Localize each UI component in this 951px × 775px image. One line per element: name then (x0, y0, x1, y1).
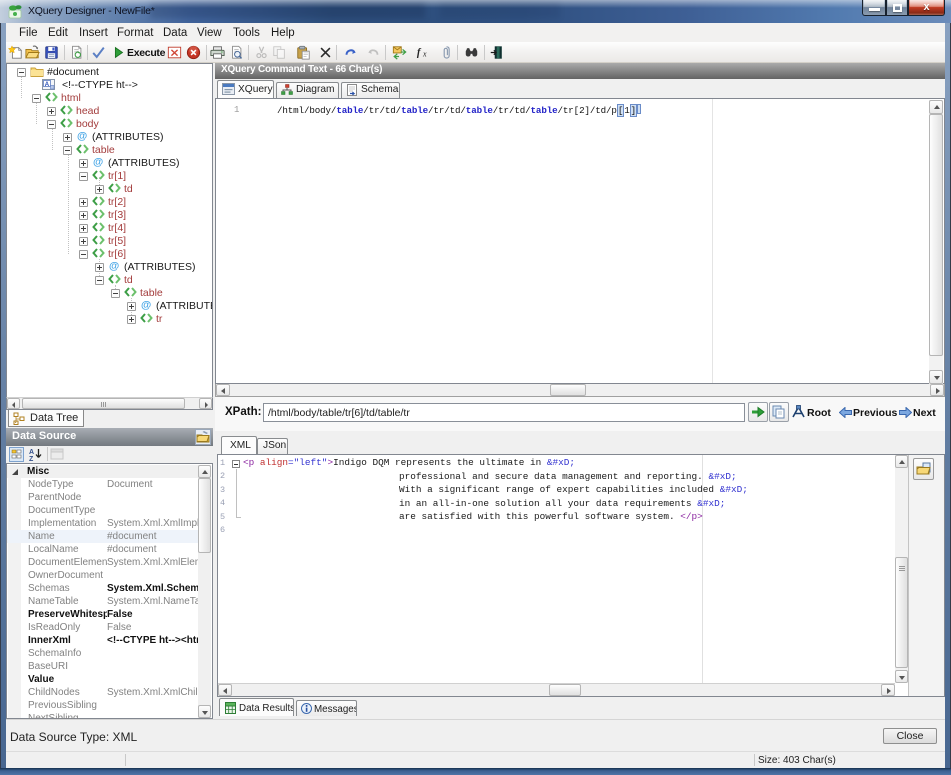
svg-text:A: A (29, 449, 34, 456)
svg-text:A: A (45, 82, 50, 88)
svg-text:x: x (422, 49, 427, 58)
svg-text:f: f (417, 48, 422, 59)
svg-text:Z: Z (29, 456, 34, 462)
